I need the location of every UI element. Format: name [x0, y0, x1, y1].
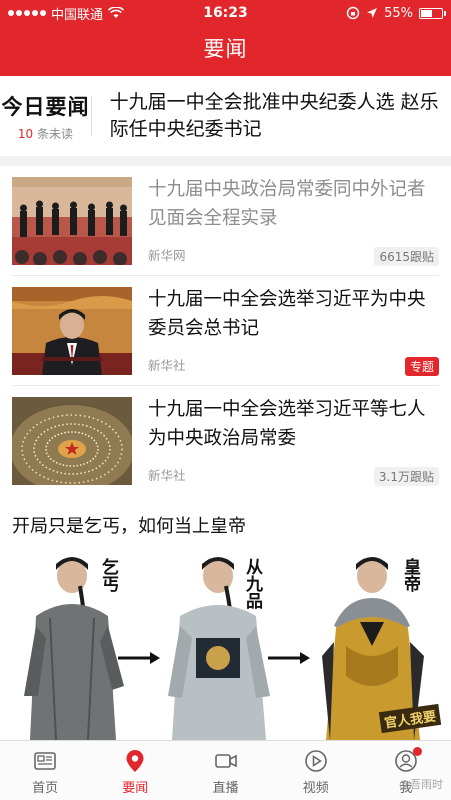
section-separator: [0, 156, 451, 166]
news-source: 新华社: [148, 358, 186, 373]
tab-home[interactable]: 首页: [0, 741, 90, 800]
today-headline-card[interactable]: 今日要闻 10 条未读 十九届一中全会批准中央纪委人选 赵乐际任中央纪委书记: [0, 76, 451, 156]
news-item[interactable]: 十九届一中全会选举习近平为中央委员会总书记 新华社 专题: [0, 276, 451, 386]
news-item[interactable]: 十九届中央政治局常委同中外记者见面会全程实录 新华网 6615跟贴: [0, 166, 451, 276]
tab-label: 首页: [32, 781, 59, 796]
tab-label: 要闻: [122, 781, 149, 796]
advertisement[interactable]: 开局只是乞丐，如何当上皇帝 乞丐 从九品 皇帝 官人我要: [0, 500, 451, 740]
tab-video[interactable]: 视频: [271, 741, 361, 800]
news-thumbnail-ceiling: [12, 397, 132, 485]
page-title: 要闻: [203, 37, 248, 61]
comment-count-badge[interactable]: 6615跟贴: [374, 247, 439, 266]
tab-label: 直播: [212, 781, 239, 796]
today-title: 今日要闻: [1, 94, 90, 119]
battery-percent: 55%: [384, 5, 413, 21]
tab-news[interactable]: 要闻: [90, 741, 180, 800]
location-arrow-icon: [367, 8, 378, 18]
signal-icon: [8, 10, 46, 16]
comment-count-badge[interactable]: 3.1万跟贴: [373, 467, 439, 486]
ad-caption: 皇帝: [400, 558, 420, 592]
tab-label: 视频: [302, 781, 329, 796]
carrier-label: 中国联通: [51, 7, 104, 23]
news-thumbnail-portrait: [12, 287, 132, 375]
video-camera-icon: [214, 754, 237, 768]
ad-caption: 从九品: [242, 558, 262, 609]
unread-count: 10 条未读: [0, 125, 91, 142]
unread-suffix: 条未读: [37, 126, 74, 141]
ad-caption: 乞丐: [98, 558, 118, 592]
news-source: 新华网: [148, 248, 186, 263]
today-badge: 今日要闻 10 条未读: [0, 91, 91, 142]
unread-number: 10: [17, 126, 34, 141]
status-bar: 中国联通 16:23 55%: [0, 0, 451, 26]
top-header: 中国联通 16:23 55% 要闻: [0, 0, 451, 76]
ad-title: 开局只是乞丐，如何当上皇帝: [12, 516, 246, 537]
news-source: 新华社: [148, 468, 186, 483]
news-thumbnail-press-conference: [12, 177, 132, 265]
newspaper-icon: [34, 752, 56, 770]
wifi-icon: [108, 7, 125, 18]
play-circle-icon: [304, 750, 327, 772]
notification-dot: [412, 747, 422, 756]
battery-icon: [419, 7, 446, 19]
news-item[interactable]: 十九届一中全会选举习近平等七人为中央政治局常委 新华社 3.1万跟贴: [0, 386, 451, 496]
bottom-tab-bar: 首页 要闻 直播 视频 我: [0, 740, 451, 800]
today-headline-text[interactable]: 十九届一中全会批准中央纪委人选 赵乐际任中央纪委书记: [92, 89, 451, 143]
news-title[interactable]: 十九届一中全会选举习近平为中央委员会总书记: [148, 285, 439, 343]
topic-badge[interactable]: 专题: [404, 357, 439, 376]
location-pin-icon: [126, 750, 144, 772]
watermark: @吾雨时: [399, 778, 443, 791]
news-title[interactable]: 十九届一中全会选举习近平等七人为中央政治局常委: [148, 395, 439, 453]
tab-live[interactable]: 直播: [180, 741, 270, 800]
news-title[interactable]: 十九届中央政治局常委同中外记者见面会全程实录: [148, 175, 439, 233]
lock-rotation-icon: [346, 6, 360, 20]
